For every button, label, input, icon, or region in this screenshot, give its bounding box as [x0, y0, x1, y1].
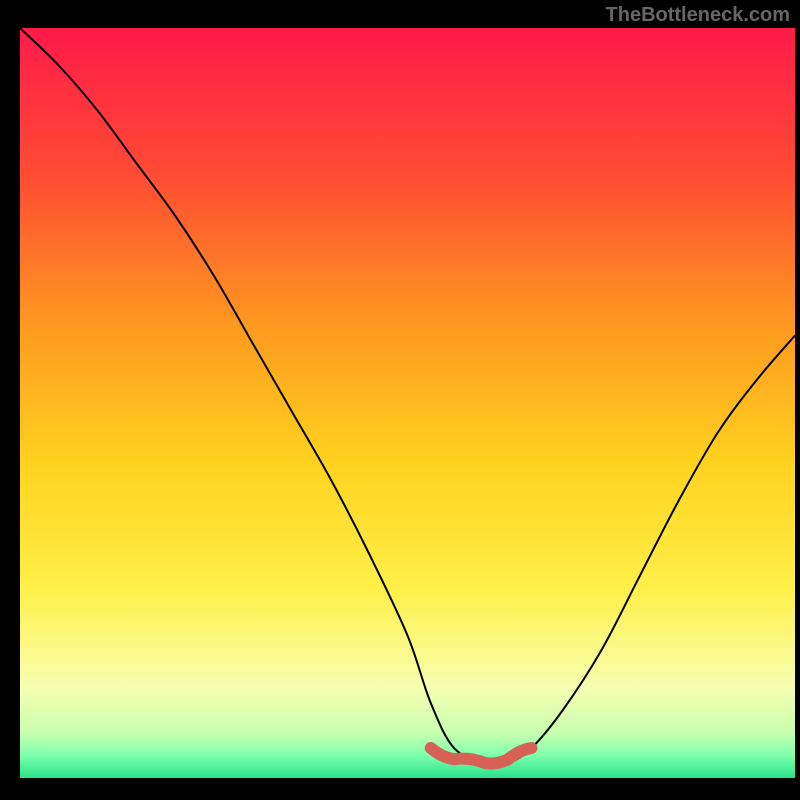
watermark-text: TheBottleneck.com: [606, 4, 790, 27]
chart-svg: [20, 28, 795, 778]
gradient-background: [20, 28, 795, 778]
chart-container: TheBottleneck.com: [0, 0, 800, 800]
plot-area: [20, 28, 795, 778]
